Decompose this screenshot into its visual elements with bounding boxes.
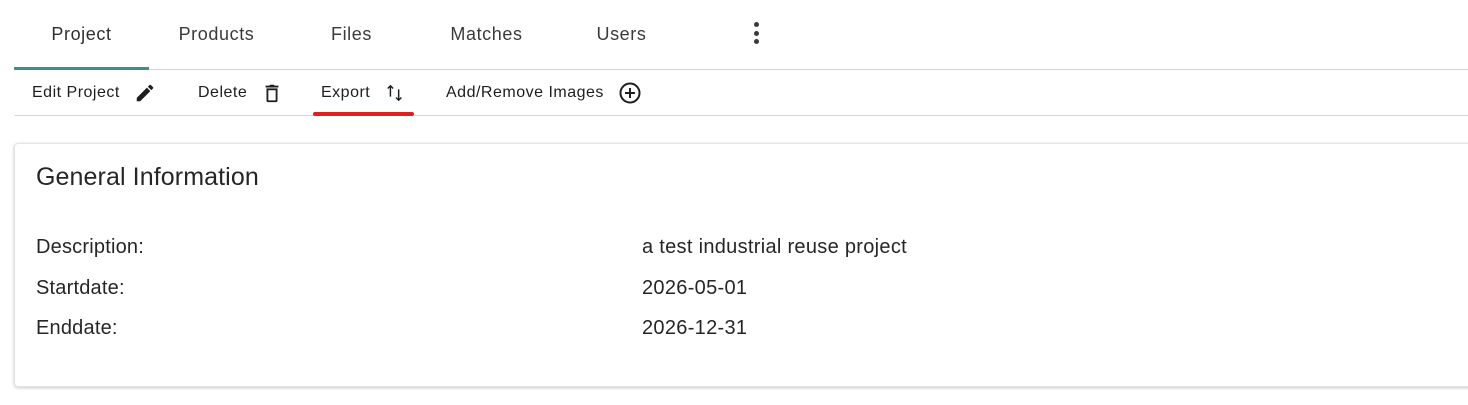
- field-label: Startdate:: [36, 277, 125, 299]
- field-value: 2026-05-01: [642, 277, 748, 299]
- tab-files[interactable]: Files: [284, 0, 419, 69]
- edit-project-button[interactable]: Edit Project: [32, 70, 156, 115]
- more-vertical-icon[interactable]: [748, 20, 764, 46]
- field-row-startdate: Startdate: 2026-05-01: [36, 277, 1436, 307]
- tab-project[interactable]: Project: [14, 0, 149, 70]
- plus-circle-icon: [618, 81, 642, 105]
- field-label: Description:: [36, 236, 144, 258]
- edit-project-label: Edit Project: [32, 83, 120, 101]
- field-row-description: Description: a test industrial reuse pro…: [36, 236, 1436, 266]
- project-toolbar: Edit Project Delete Export Add/Remove Im…: [14, 70, 1468, 116]
- delete-label: Delete: [198, 83, 248, 101]
- tab-products[interactable]: Products: [149, 0, 284, 69]
- tab-users[interactable]: Users: [554, 0, 689, 69]
- tab-matches[interactable]: Matches: [419, 0, 554, 69]
- card-title: General Information: [36, 163, 259, 191]
- pencil-icon: [134, 82, 156, 104]
- field-value: a test industrial reuse project: [642, 236, 907, 258]
- field-value: 2026-12-31: [642, 317, 748, 339]
- export-button[interactable]: Export: [313, 70, 415, 116]
- delete-button[interactable]: Delete: [198, 70, 283, 115]
- swap-vertical-icon: [384, 82, 406, 104]
- field-label: Enddate:: [36, 317, 118, 339]
- export-label: Export: [321, 83, 371, 101]
- add-remove-images-label: Add/Remove Images: [446, 83, 604, 101]
- add-remove-images-button[interactable]: Add/Remove Images: [446, 70, 642, 115]
- trash-icon: [261, 82, 283, 104]
- export-highlight-underline: [313, 112, 415, 116]
- tab-bar: Project Products Files Matches Users: [14, 0, 1468, 70]
- field-row-enddate: Enddate: 2026-12-31: [36, 317, 1436, 347]
- general-information-card: General Information Description: a test …: [14, 143, 1468, 387]
